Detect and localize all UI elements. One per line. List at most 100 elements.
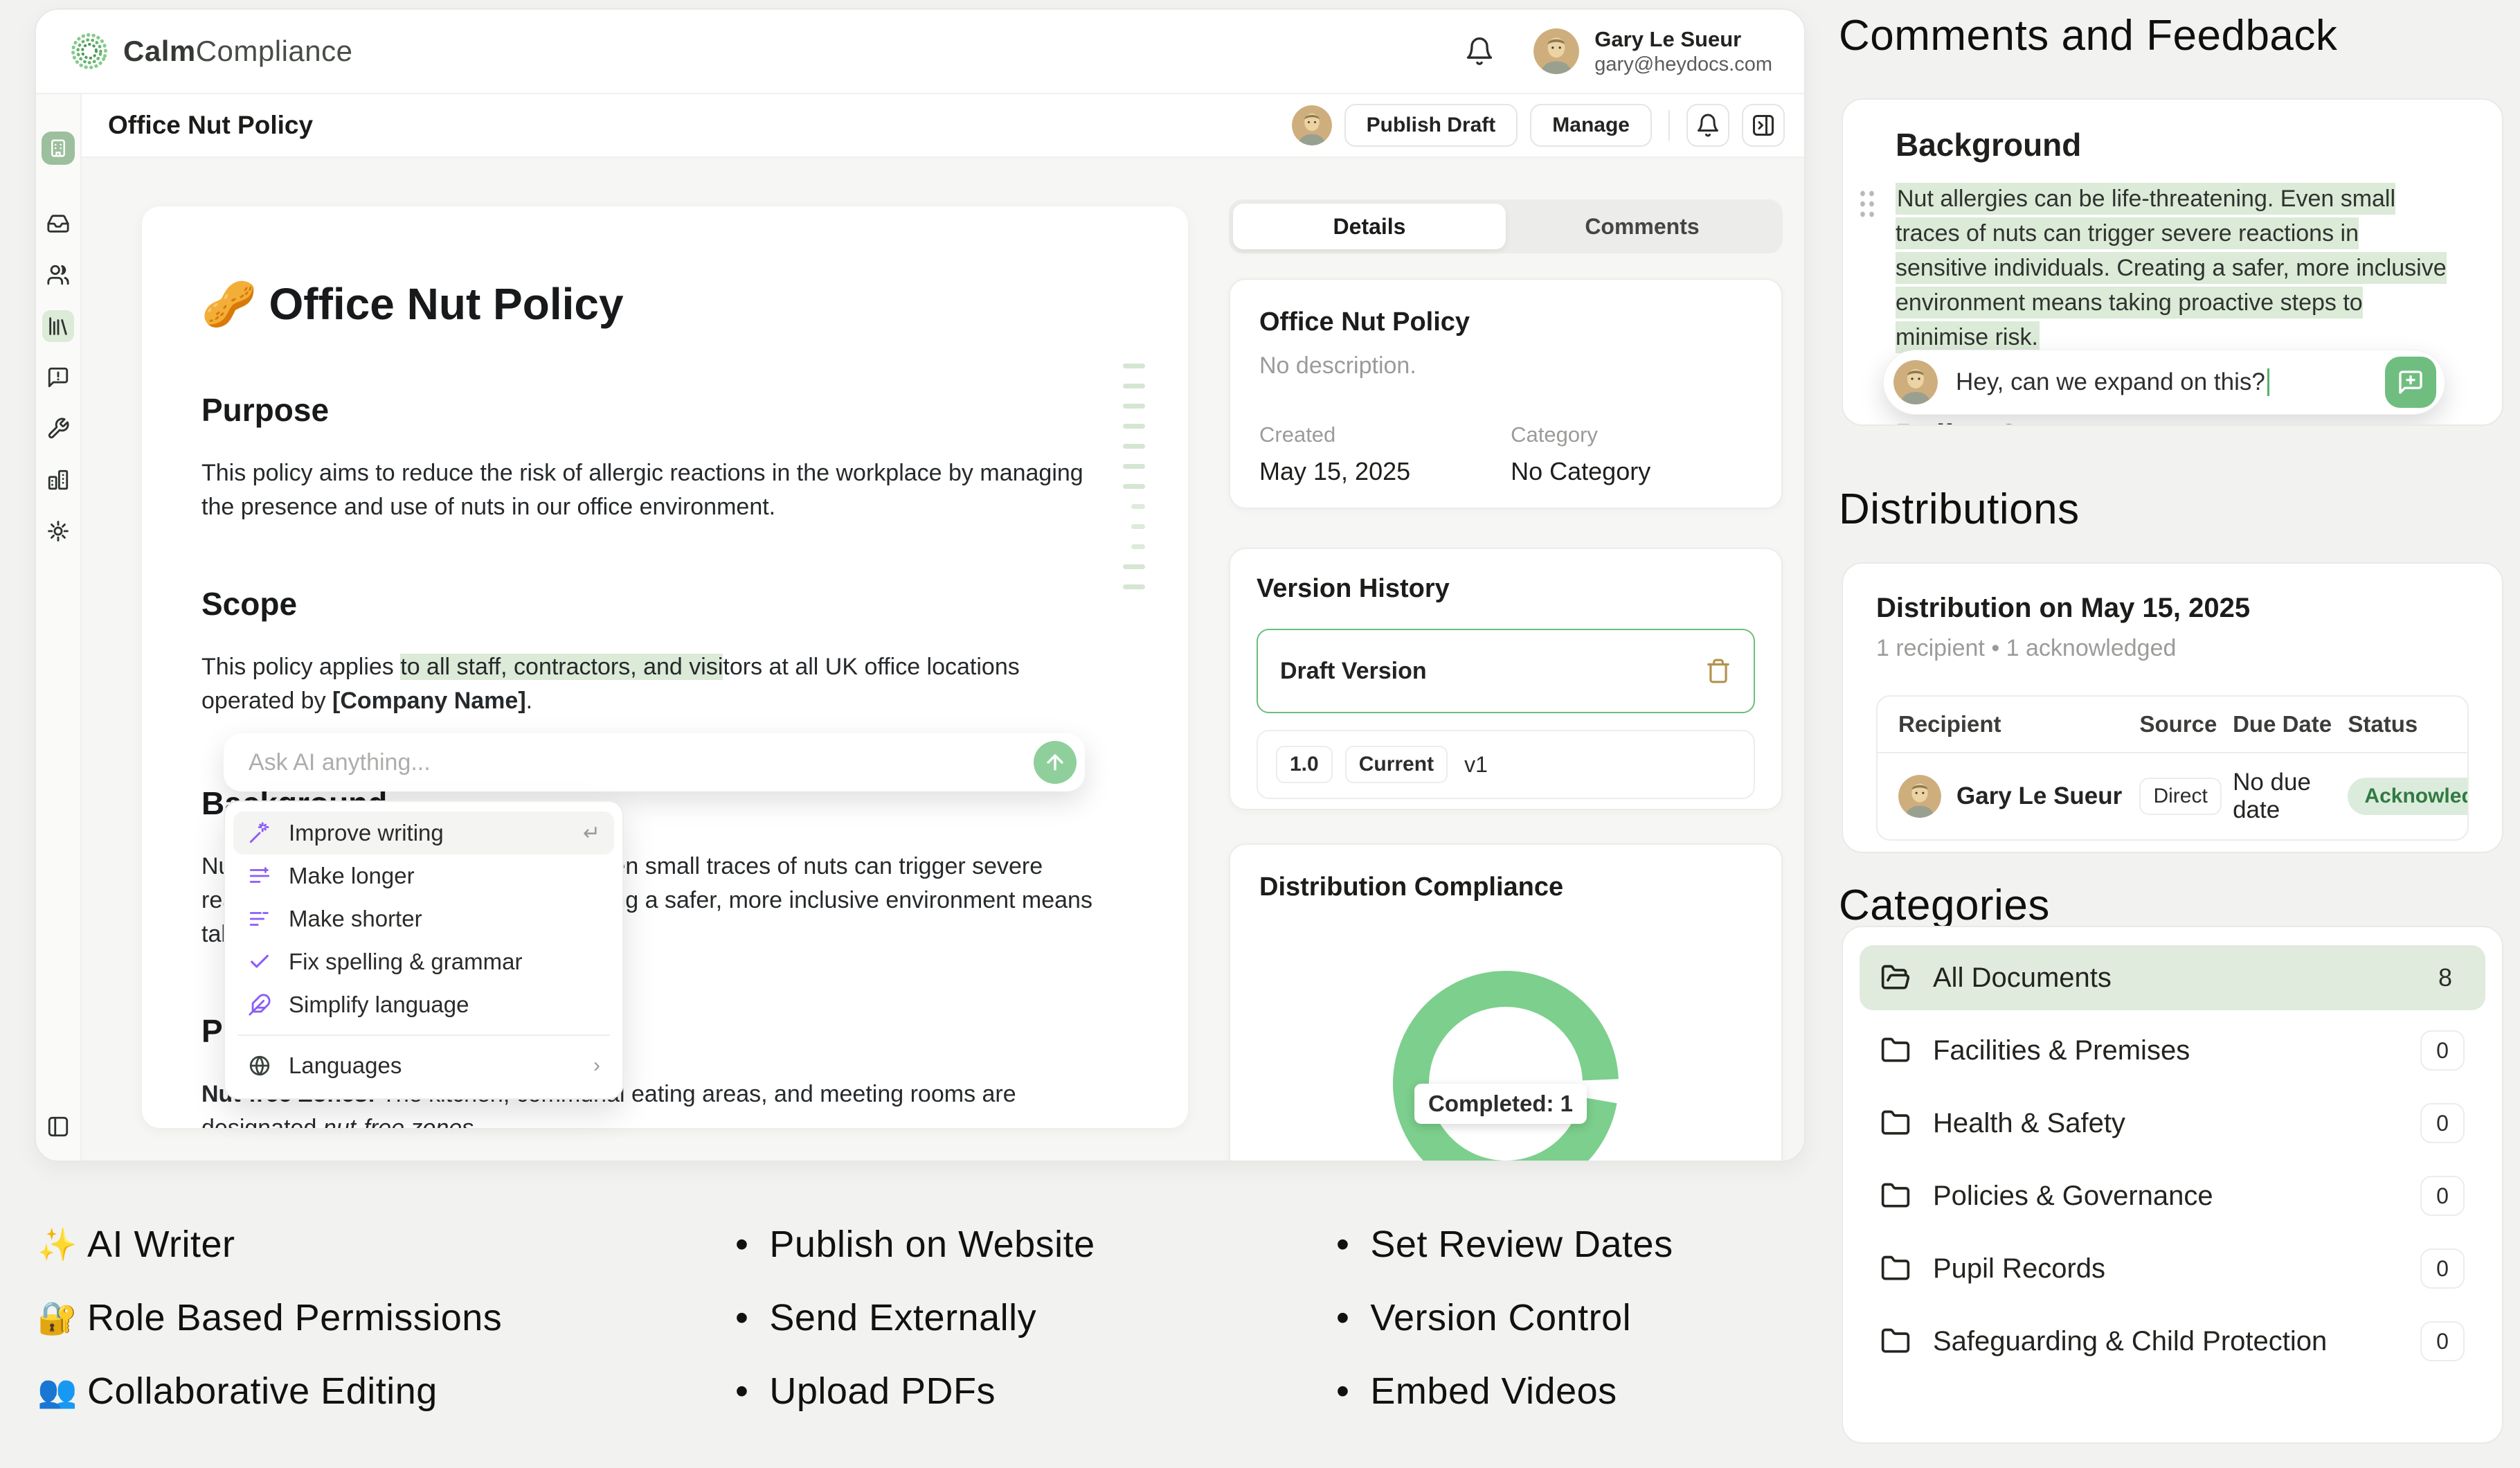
ai-menu-item-simplify-language[interactable]: Simplify language <box>233 983 614 1026</box>
user-email: gary@heydocs.com <box>1594 53 1772 76</box>
compliance-heading: Distribution Compliance <box>1259 872 1752 902</box>
document-toolbar: Office Nut Policy <box>82 94 1804 158</box>
arrow-up-icon <box>1043 751 1067 774</box>
ai-menu-item-fix-spelling[interactable]: Fix spelling & grammar <box>233 940 614 983</box>
sidebar-item-organisation[interactable] <box>42 132 75 165</box>
feature-send-externally: Send Externally <box>735 1298 1095 1338</box>
submit-comment-button[interactable] <box>2385 357 2436 408</box>
comment-input[interactable]: Hey, can we expand on this? <box>1883 350 2445 415</box>
users-icon <box>46 263 70 287</box>
category-item-health-safety[interactable]: Health & Safety 0 <box>1860 1091 2485 1156</box>
sidebar-item-members[interactable] <box>42 259 74 291</box>
notifications-bell-icon[interactable] <box>1464 36 1495 66</box>
sidebar <box>36 94 82 1161</box>
panel-tabs: Details Comments <box>1229 199 1783 253</box>
wrench-icon <box>46 417 70 440</box>
tab-details[interactable]: Details <box>1233 204 1506 249</box>
status-badge: Acknowledged <box>2348 778 2469 815</box>
menu-divider <box>237 1035 610 1036</box>
comment-highlight-minimap <box>1123 364 1145 605</box>
ai-submit-button[interactable] <box>1034 741 1077 784</box>
category-item-facilities-premises[interactable]: Facilities & Premises 0 <box>1860 1018 2485 1083</box>
toggle-panel-button[interactable] <box>1742 104 1785 147</box>
ai-menu-item-improve-writing[interactable]: Improve writing ↵ <box>233 812 614 854</box>
library-icon <box>46 314 70 338</box>
draft-version-row[interactable]: Draft Version <box>1257 629 1755 713</box>
brand-logo: CalmCompliance <box>68 30 352 73</box>
sidebar-item-settings[interactable] <box>42 515 74 547</box>
table-header-row: Recipient Source Due Date Status <box>1878 697 2467 753</box>
tab-comments[interactable]: Comments <box>1506 204 1779 249</box>
message-plus-icon <box>2397 368 2424 396</box>
folder-icon <box>1880 1326 1911 1357</box>
ai-menu-item-make-shorter[interactable]: Make shorter <box>233 897 614 940</box>
sparkles-icon: ✨ <box>37 1226 87 1264</box>
document-panel: Details Comments Office Nut Policy No de… <box>1229 199 1783 1162</box>
category-count: 0 <box>2420 1248 2465 1289</box>
toolbar-notifications-button[interactable] <box>1686 104 1729 147</box>
text-cursor <box>2267 368 2269 396</box>
publish-draft-button[interactable]: Publish Draft <box>1344 104 1518 147</box>
feature-publish-on-website: Publish on Website <box>735 1224 1095 1264</box>
highlighted-text: to all staff, contractors, and visi <box>400 654 723 680</box>
document-heading: 🥜 Office Nut Policy <box>201 278 1123 330</box>
people-icon: 👥 <box>37 1372 87 1411</box>
sidebar-item-library[interactable] <box>42 310 74 342</box>
sidebar-item-tools[interactable] <box>42 413 74 445</box>
version-row[interactable]: 1.0 Current v1 <box>1257 730 1755 799</box>
due-date: No due date <box>2233 769 2348 824</box>
enter-shortcut: ↵ <box>583 821 600 845</box>
feature-list-middle: Publish on Website Send Externally Uploa… <box>735 1224 1095 1444</box>
user-name: Gary Le Sueur <box>1594 26 1772 53</box>
table-row[interactable]: Gary Le Sueur Direct No due date Acknowl… <box>1878 753 2467 839</box>
collapse-sidebar-button[interactable] <box>42 1111 74 1143</box>
toolbar-divider <box>1668 110 1670 141</box>
sidebar-item-offices[interactable] <box>42 464 74 496</box>
trash-icon[interactable] <box>1705 658 1731 684</box>
panel-left-icon <box>46 1115 70 1138</box>
feature-collaborative-editing: 👥 Collaborative Editing <box>37 1371 502 1411</box>
scope-heading: Scope <box>201 585 1123 623</box>
category-item-safeguarding[interactable]: Safeguarding & Child Protection 0 <box>1860 1309 2485 1374</box>
drag-handle-icon[interactable] <box>1858 188 1875 219</box>
comments-feedback-card: Background Nut allergies can be life-thr… <box>1842 98 2503 426</box>
comments-section-heading: Comments and Feedback <box>1839 11 2337 60</box>
feature-role-based-permissions: 🔐 Role Based Permissions <box>37 1298 502 1338</box>
source-badge: Direct <box>2139 778 2221 815</box>
purpose-paragraph: This policy aims to reduce the risk of a… <box>201 456 1095 524</box>
folder-icon <box>1880 1181 1911 1211</box>
comment-draft-text: Hey, can we expand on this? <box>1956 368 2265 396</box>
distribution-card: Distribution on May 15, 2025 1 recipient… <box>1842 562 2503 853</box>
message-alert-icon <box>46 366 70 389</box>
category-item-policies-governance[interactable]: Policies & Governance 0 <box>1860 1163 2485 1228</box>
sidebar-item-feedback[interactable] <box>42 361 74 393</box>
category-item-all-documents[interactable]: All Documents 8 <box>1860 945 2485 1010</box>
inbox-icon <box>46 212 70 235</box>
sidebar-item-inbox[interactable] <box>42 208 74 240</box>
category-value: No Category <box>1511 457 1752 486</box>
recipient-name: Gary Le Sueur <box>1956 782 2122 810</box>
commenter-avatar <box>1893 360 1938 404</box>
wand-icon <box>247 821 272 845</box>
category-item-pupil-records[interactable]: Pupil Records 0 <box>1860 1236 2485 1301</box>
manage-button[interactable]: Manage <box>1530 104 1652 147</box>
category-count: 0 <box>2420 1176 2465 1216</box>
user-menu[interactable]: Gary Le Sueur gary@heydocs.com <box>1533 26 1772 76</box>
policy-statement-partial-heading: Policy Statement <box>1896 417 2152 426</box>
donut-tooltip: Completed: 1 <box>1414 1084 1587 1124</box>
ai-menu-item-make-longer[interactable]: Make longer <box>233 854 614 897</box>
distributions-heading: Distributions <box>1839 485 2080 534</box>
version-tag: v1 <box>1464 752 1488 778</box>
bell-icon <box>1695 113 1720 138</box>
version-number-badge: 1.0 <box>1276 746 1333 783</box>
buildings-icon <box>46 468 70 492</box>
ai-input[interactable]: Ask AI anything... <box>224 733 1085 791</box>
version-history-heading: Version History <box>1257 574 1755 604</box>
feature-list-right: Set Review Dates Version Control Embed V… <box>1336 1224 1673 1444</box>
categories-card: All Documents 8 Facilities & Premises 0 … <box>1842 926 2503 1444</box>
panel-right-icon <box>1751 113 1776 138</box>
distribution-meta: 1 recipient • 1 acknowledged <box>1876 635 2469 662</box>
compliance-donut-chart <box>1392 969 1620 1162</box>
ai-menu-item-languages[interactable]: Languages › <box>233 1044 614 1087</box>
feature-version-control: Version Control <box>1336 1298 1673 1338</box>
